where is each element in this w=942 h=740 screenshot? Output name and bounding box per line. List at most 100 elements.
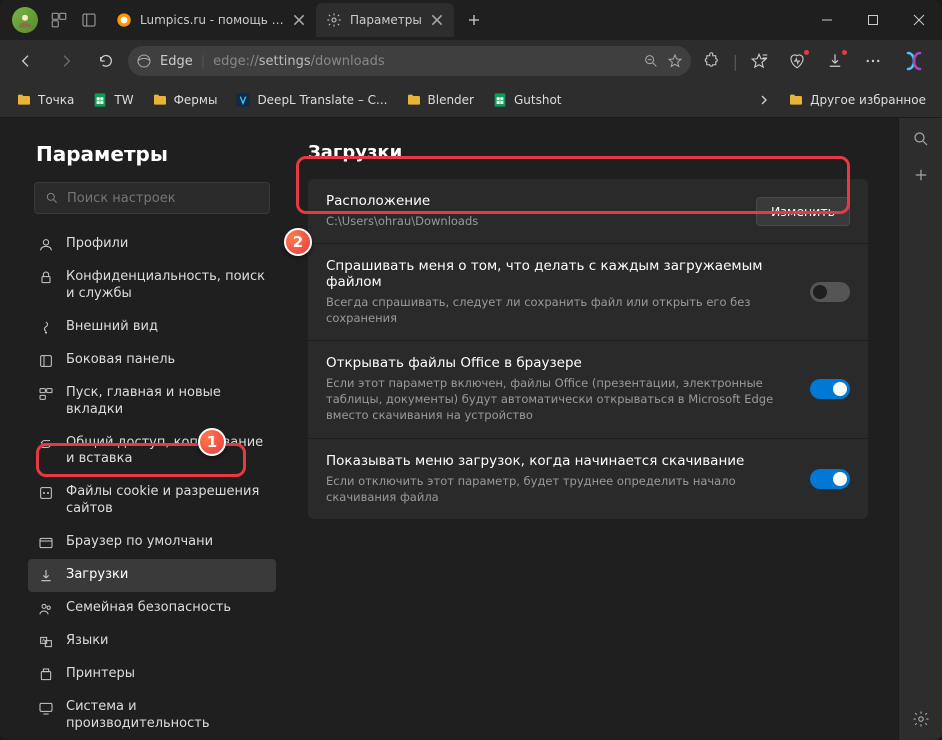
bookmarks-overflow-chevron[interactable]	[752, 90, 776, 110]
bookmark-item[interactable]: Точка	[10, 88, 80, 112]
sidebar-item-icon	[38, 386, 54, 402]
sidebar-item-icon	[38, 237, 54, 253]
new-tab-button[interactable]	[460, 6, 488, 34]
row-subtitle: Всегда спрашивать, следует ли сохранить …	[326, 294, 794, 326]
bookmark-label: Точка	[38, 93, 74, 107]
back-button[interactable]	[8, 45, 44, 77]
bookmark-item[interactable]: TW	[86, 88, 139, 112]
sidebar-item-icon	[38, 353, 54, 369]
settings-page: Загрузки РасположениеC:\Users\ohrau\Down…	[282, 118, 898, 740]
downloads-toolbar-button[interactable]	[818, 45, 852, 77]
address-text: edge://settings/downloads	[213, 54, 635, 69]
copilot-button[interactable]	[894, 41, 934, 81]
bookmark-label: Фермы	[174, 93, 218, 107]
browser-tab[interactable]: Lumpics.ru - помощь с компьют	[106, 3, 316, 37]
row-subtitle: Если этот параметр включен, файлы Office…	[326, 375, 794, 423]
sidebar-item-label: Загрузки	[66, 567, 266, 584]
change-location-button[interactable]: Изменить	[756, 197, 850, 226]
toggle-switch[interactable]	[810, 469, 850, 489]
settings-row: РасположениеC:\Users\ohrau\DownloadsИзме…	[308, 179, 868, 244]
bookmark-label: Другое избранное	[810, 93, 926, 107]
sidebar-item-label: Файлы cookie и разрешения сайтов	[66, 484, 266, 518]
sidebar-item-icon	[38, 436, 54, 452]
close-tab-icon[interactable]	[430, 13, 444, 27]
forward-button[interactable]	[48, 45, 84, 77]
address-prefix: Edge	[160, 54, 193, 69]
favorites-button[interactable]	[742, 45, 776, 77]
profile-avatar[interactable]	[12, 7, 38, 33]
folder-icon	[788, 92, 804, 108]
browser-tab[interactable]: Параметры	[316, 3, 454, 37]
close-tab-icon[interactable]	[292, 13, 306, 27]
sidebar-item[interactable]: Принтеры	[28, 658, 276, 691]
address-bar[interactable]: Edge | edge://settings/downloads	[128, 46, 691, 76]
settings-row: Показывать меню загрузок, когда начинает…	[308, 439, 868, 519]
sidebar-item[interactable]: Семейная безопасность	[28, 592, 276, 625]
content-area: Параметры Профили Конфиденциальность, пои…	[0, 118, 942, 740]
settings-title: Параметры	[28, 142, 276, 166]
sidebar-item-icon	[38, 700, 54, 716]
search-sidebar-icon[interactable]	[912, 130, 930, 148]
folder-icon	[16, 92, 32, 108]
favorite-star-icon[interactable]	[667, 53, 683, 69]
close-button[interactable]	[896, 0, 942, 40]
sidebar-item-icon	[38, 667, 54, 683]
sidebar-item-label: Внешний вид	[66, 319, 266, 336]
bookmark-label: DeepL Translate – С...	[257, 93, 387, 107]
deepl-icon	[235, 92, 251, 108]
sidebar-item[interactable]: Загрузки	[28, 559, 276, 592]
sidebar-item-label: Принтеры	[66, 666, 266, 683]
settings-tab-icon	[326, 12, 342, 28]
annotation-badge-1: 1	[198, 428, 226, 456]
sidebar-item[interactable]: Конфиденциальность, поиск и службы	[28, 261, 276, 311]
sidebar-item[interactable]: Система и производительность	[28, 691, 276, 740]
minimize-button[interactable]	[804, 0, 850, 40]
sheets-icon	[492, 92, 508, 108]
sidebar-item[interactable]: Браузер по умолчани	[28, 526, 276, 559]
right-sidebar	[898, 118, 942, 740]
toggle-switch[interactable]	[810, 379, 850, 399]
sidebar-item-icon	[38, 485, 54, 501]
refresh-button[interactable]	[88, 45, 124, 77]
folder-icon	[152, 92, 168, 108]
page-title: Загрузки	[308, 142, 868, 163]
settings-search-input[interactable]	[67, 191, 259, 206]
sidebar-item[interactable]: Внешний вид	[28, 311, 276, 344]
sidebar-settings-icon[interactable]	[912, 710, 930, 728]
bookmark-item[interactable]: Фермы	[146, 88, 224, 112]
sheets-icon	[92, 92, 108, 108]
sidebar-item-label: Конфиденциальность, поиск и службы	[66, 269, 266, 303]
titlebar: Lumpics.ru - помощь с компьютПараметры	[0, 0, 942, 40]
row-title: Расположение	[326, 193, 740, 209]
more-button[interactable]	[856, 45, 890, 77]
bookmarks-other[interactable]: Другое избранное	[782, 88, 932, 112]
row-subtitle: Если отключить этот параметр, будет труд…	[326, 473, 794, 505]
sidebar-item[interactable]: Пуск, главная и новые вкладки	[28, 377, 276, 427]
maximize-button[interactable]	[850, 0, 896, 40]
sidebar-item[interactable]: Общий доступ, копирование и вставка	[28, 427, 276, 477]
vertical-tabs-icon[interactable]	[80, 11, 98, 29]
annotation-badge-2: 2	[284, 228, 312, 256]
add-sidebar-icon[interactable]	[912, 166, 930, 184]
toggle-switch[interactable]	[810, 282, 850, 302]
sidebar-item-icon	[38, 270, 54, 286]
bookmark-item[interactable]: Gutshot	[486, 88, 568, 112]
sidebar-item-icon	[38, 535, 54, 551]
health-button[interactable]	[780, 45, 814, 77]
folder-icon	[406, 92, 422, 108]
settings-sidebar: Параметры Профили Конфиденциальность, пои…	[0, 118, 282, 740]
sidebar-item[interactable]: Боковая панель	[28, 344, 276, 377]
bookmark-item[interactable]: Blender	[400, 88, 481, 112]
settings-main: Параметры Профили Конфиденциальность, пои…	[0, 118, 898, 740]
bookmark-item[interactable]: DeepL Translate – С...	[229, 88, 393, 112]
workspaces-icon[interactable]	[50, 11, 68, 29]
sidebar-item[interactable]: Профили	[28, 228, 276, 261]
settings-nav-list: Профили Конфиденциальность, поиск и служб…	[28, 228, 276, 740]
settings-search[interactable]	[34, 182, 270, 214]
sidebar-item[interactable]: AЯзыки	[28, 625, 276, 658]
extensions-button[interactable]	[695, 45, 729, 77]
zoom-icon[interactable]	[643, 53, 659, 69]
sidebar-item[interactable]: Файлы cookie и разрешения сайтов	[28, 476, 276, 526]
sidebar-item-label: Профили	[66, 236, 266, 253]
sidebar-item-icon	[38, 320, 54, 336]
